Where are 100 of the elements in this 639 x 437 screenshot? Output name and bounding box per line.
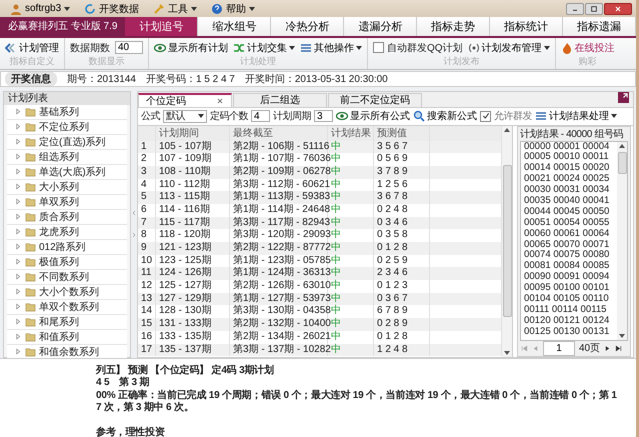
expand-arrow-icon — [15, 108, 22, 115]
check-icon — [482, 112, 490, 120]
next-page-button[interactable] — [604, 344, 612, 352]
ribbon-tab[interactable]: 遗漏分析 — [344, 17, 418, 36]
scrollbar[interactable] — [617, 142, 627, 340]
document-tab[interactable]: 个位定码 — [138, 92, 232, 106]
tree-item[interactable]: 和值系列 — [7, 330, 127, 344]
table-row[interactable]: 13 127 - 129期 第1期 - 127期 - 53973中 0 3 6 7 — [138, 292, 502, 306]
broadcast-icon — [468, 42, 480, 54]
group-label: 购彩 — [578, 54, 598, 68]
tree-item[interactable]: 基础系列 — [7, 104, 127, 120]
page-field[interactable]: 1 — [543, 340, 575, 356]
tree-item[interactable]: 组选系列 — [7, 150, 127, 164]
table-row[interactable]: 9 121 - 123期 第2期 - 122期 - 87772中 0 1 2 8 — [138, 242, 502, 255]
scroll-thumb[interactable] — [618, 152, 626, 174]
draw-time: 开奖时间：2013-05-31 20:30:00 — [244, 72, 388, 86]
ribbon-dropdown-button[interactable]: 计划交集 — [233, 40, 295, 54]
ribbon-tab[interactable]: 指标走势 — [417, 17, 490, 36]
tree-item[interactable]: 单双系列 — [7, 194, 127, 210]
table-cell: 3 5 6 7 — [374, 140, 430, 154]
menu-item[interactable]: 工具 — [151, 2, 200, 16]
count-field[interactable]: 4 — [251, 110, 270, 122]
ribbon-tab[interactable]: 指标统计 — [490, 17, 564, 36]
table-row[interactable]: 15 131 - 133期 第2期 - 132期 - 10400中 0 2 8 9 — [138, 318, 502, 331]
collapse-left-icon — [131, 209, 137, 217]
close-button[interactable] — [604, 2, 632, 15]
tree-item[interactable]: 定位(直选)系列 — [7, 134, 127, 150]
expand-arrow-icon — [15, 333, 22, 340]
ribbon-tab[interactable]: 指标遗漏 — [563, 17, 636, 36]
period-field[interactable]: 3 — [314, 110, 333, 122]
scroll-down-icon[interactable] — [619, 334, 625, 338]
show-all-formulas-button[interactable]: 显示所有公式 — [336, 109, 410, 123]
last-page-button[interactable] — [615, 344, 622, 352]
ribbon-link[interactable]: 在线投注 — [560, 40, 615, 54]
summary-text: 7 次，第 3 期中 6 次。 — [96, 402, 194, 413]
document-tab[interactable]: 后二组选 — [233, 92, 327, 106]
tree-item[interactable]: 大小系列 — [7, 180, 127, 194]
table-row[interactable]: 5 113 - 115期 第1期 - 113期 - 59383中 3 6 7 8 — [138, 191, 502, 204]
table-row[interactable]: 1 105 - 107期 第2期 - 106期 - 51116 中 3 5 6 7 — [138, 140, 502, 154]
expand-arrow-icon — [15, 228, 22, 235]
tree-item[interactable]: 极值系列 — [7, 254, 127, 270]
scroll-up-icon[interactable] — [504, 128, 510, 132]
row-number: 9 — [138, 242, 156, 255]
formula-dropdown[interactable]: 默认 — [163, 110, 207, 122]
tree-item[interactable]: 龙虎系列 — [7, 224, 127, 240]
tree-item[interactable]: 不同数系列 — [7, 270, 127, 284]
table-row[interactable]: 7 115 - 117期 第3期 - 117期 - 82943中 0 3 4 6 — [138, 216, 502, 230]
menu-item[interactable]: softrgb3 — [8, 2, 72, 15]
menu-item[interactable]: 开奖数据 — [82, 2, 142, 16]
table-cell: 0 3 4 6 — [374, 216, 430, 230]
expand-arrow-icon — [15, 273, 22, 280]
checkbox[interactable] — [373, 42, 384, 53]
ribbon-tab[interactable]: 冷热分析 — [271, 17, 344, 36]
tree-item[interactable]: 单选(大底)系列 — [7, 164, 127, 180]
result-line: 00125 00130 00131 — [524, 326, 610, 338]
table-cell: 1 2 4 8 — [374, 344, 430, 356]
ribbon-button[interactable]: 显示所有计划 — [154, 40, 228, 54]
row-number: 15 — [138, 318, 156, 331]
result-process-dropdown-button[interactable]: 计划结果处理 — [535, 109, 617, 123]
scrollbar[interactable] — [502, 126, 512, 356]
ribbon-dropdown-button[interactable]: 其他操作 — [300, 40, 362, 54]
search-formula-button[interactable]: 搜索新公式 — [413, 109, 477, 123]
expand-arrow-icon — [15, 138, 22, 145]
checkbox-label: 自动群发QQ计划 — [387, 42, 463, 54]
user-icon — [10, 2, 22, 15]
next-icon — [604, 344, 612, 352]
document-tab[interactable]: 前二不定位定码 — [328, 92, 422, 106]
count-label: 定码个数 — [210, 110, 248, 123]
expand-arrow-icon — [15, 318, 22, 325]
checkbox[interactable] — [480, 110, 491, 122]
tree-item[interactable]: 不定位系列 — [7, 120, 127, 134]
first-page-icon — [521, 344, 528, 352]
table-cell: 3 7 8 9 — [374, 166, 430, 179]
scroll-thumb[interactable] — [502, 165, 512, 317]
tree-item[interactable]: 单双个数系列 — [7, 300, 127, 314]
ribbon-button[interactable]: 计划管理 — [5, 40, 59, 54]
ribbon-dropdown-button[interactable]: 计划发布管理 — [468, 40, 550, 54]
input-field[interactable]: 40 — [115, 41, 143, 54]
table-row[interactable]: 17 135 - 137期 第3期 - 137期 - 10282中 1 2 4 8 — [138, 344, 502, 356]
ribbon-tab[interactable]: 缩水组号 — [198, 17, 272, 36]
tree-item[interactable]: 大小个数系列 — [7, 284, 127, 300]
app-menu-tab[interactable]: 必赢赛排列五 专业版 7.9 — [0, 17, 126, 36]
panel-title: 计划结果 - 40000 组号码 — [519, 128, 624, 140]
result-line: 00000 00001 00004 — [524, 142, 610, 152]
table-row[interactable]: 3 108 - 110期 第2期 - 109期 - 06278中 3 7 8 9 — [138, 166, 502, 179]
expand-right-icon — [131, 231, 137, 239]
expand-arrow-icon — [15, 288, 22, 295]
table-row[interactable]: 11 124 - 126期 第1期 - 124期 - 36313中 2 3 4 6 — [138, 267, 502, 280]
maximize-button[interactable] — [585, 2, 603, 15]
tree-item[interactable]: 012路系列 — [7, 240, 127, 254]
ribbon-tab[interactable]: 计划追号 — [125, 17, 198, 36]
group-label: 计划发布 — [442, 54, 480, 68]
tree-item[interactable]: 和尾系列 — [7, 314, 127, 330]
caret-icon — [356, 46, 362, 50]
scroll-down-icon[interactable] — [504, 350, 510, 354]
shuffle-icon — [233, 42, 245, 54]
menu-item[interactable]: 帮助 — [209, 2, 258, 16]
issue-number: 期号：2013144 — [67, 72, 136, 86]
scroll-up-icon[interactable] — [619, 144, 625, 148]
tree-item[interactable]: 质合系列 — [7, 210, 127, 224]
